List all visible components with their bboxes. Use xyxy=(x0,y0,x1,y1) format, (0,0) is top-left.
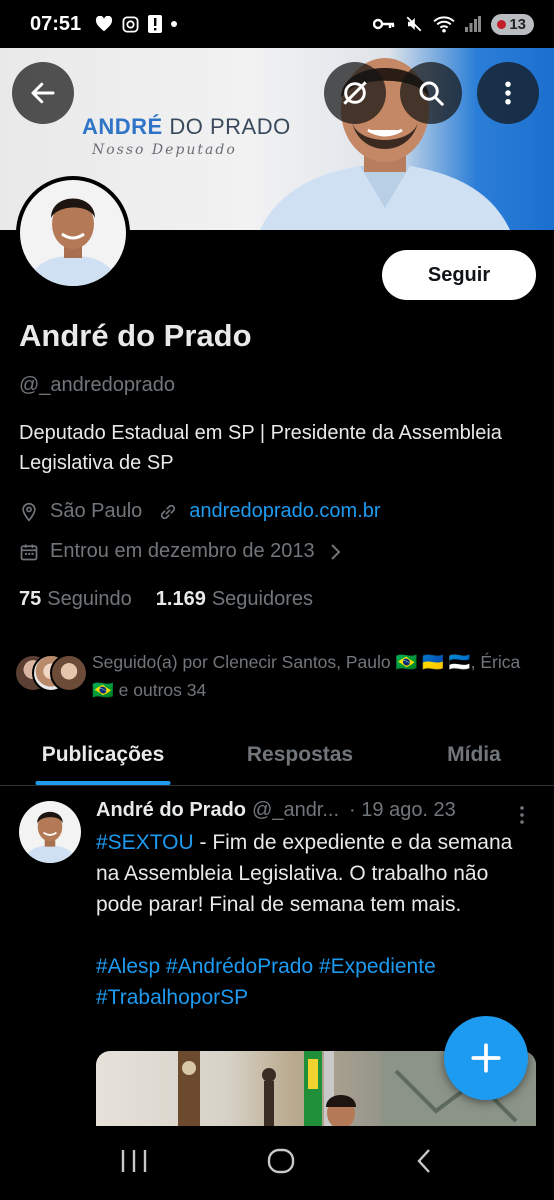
chevron-right-icon xyxy=(327,541,349,563)
tweet-author-name[interactable]: André do Prado xyxy=(96,799,246,822)
link-icon xyxy=(158,501,180,523)
status-time: 07:51 xyxy=(30,12,82,35)
tweet-text: #SEXTOU - Fim de expediente e da semana … xyxy=(96,827,536,1013)
location-pin-icon xyxy=(19,501,41,523)
followed-by-section[interactable]: Seguido(a) por Clenecir Santos, Paulo 🇧🇷… xyxy=(14,648,532,704)
tab-label: Respostas xyxy=(246,742,354,766)
tab-respostas[interactable]: Respostas xyxy=(206,724,394,785)
tweet-date: · 19 ago. 23 xyxy=(349,799,456,821)
tab-publicacoes[interactable]: Publicações xyxy=(0,724,206,785)
profile-joined-date: Entrou em dezembro de 2013 xyxy=(50,540,315,562)
tab-label: Publicações xyxy=(41,742,165,766)
profile-meta-row: São Paulo andredoprado.com.br xyxy=(19,500,381,523)
search-icon xyxy=(419,81,444,106)
recent-apps-icon xyxy=(121,1149,146,1172)
back-icon xyxy=(417,1148,431,1173)
status-system-icons: 13 xyxy=(373,13,534,35)
back-arrow-icon xyxy=(31,82,55,104)
home-icon xyxy=(267,1148,295,1173)
avatar xyxy=(20,180,126,286)
calendar-icon xyxy=(19,541,41,563)
hashtag-link[interactable]: #SEXTOU xyxy=(96,831,194,854)
search-button[interactable] xyxy=(400,62,462,124)
no-notifications-icon xyxy=(343,81,367,105)
more-vertical-icon xyxy=(520,806,524,824)
following-stat[interactable]: 75 Seguindo xyxy=(19,588,132,611)
profile-joined-row[interactable]: Entrou em dezembro de 2013 xyxy=(19,540,358,563)
profile-avatar[interactable] xyxy=(16,176,130,290)
active-tab-indicator xyxy=(35,781,171,785)
profile-handle: @_andredoprado xyxy=(19,374,175,396)
profile-bio: Deputado Estadual em SP | Presidente da … xyxy=(19,422,502,474)
banner-photo xyxy=(260,58,510,230)
avatar xyxy=(50,654,88,692)
banner-subtitle: Nosso Deputado xyxy=(92,142,237,158)
follow-button[interactable]: Seguir xyxy=(382,250,536,300)
plus-icon xyxy=(471,1043,501,1073)
recent-apps-button[interactable] xyxy=(119,1148,149,1179)
profile-website-link[interactable]: andredoprado.com.br xyxy=(189,500,380,523)
followers-stat[interactable]: 1.169 Seguidores xyxy=(156,588,313,611)
profile-location: São Paulo xyxy=(50,500,143,522)
tweet-avatar[interactable] xyxy=(19,801,81,863)
instagram-icon xyxy=(122,16,139,32)
more-vertical-icon xyxy=(505,81,511,105)
battery-indicator: 13 xyxy=(491,13,534,35)
system-back-button[interactable] xyxy=(413,1147,435,1180)
tweet-hashtags[interactable]: #Alesp #AndrédoPrado #Expediente xyxy=(96,951,536,982)
battery-level: 13 xyxy=(509,15,526,33)
mute-notifications-button[interactable] xyxy=(324,62,386,124)
following-label: Seguindo xyxy=(47,588,132,610)
followed-by-avatars xyxy=(14,654,88,698)
followers-count: 1.169 xyxy=(155,588,206,610)
avatar xyxy=(19,801,81,863)
tweet-author-handle: @_andr... xyxy=(252,799,340,821)
tweet-hashtags[interactable]: #TrabalhoporSP xyxy=(96,982,536,1013)
tab-label: Mídia xyxy=(447,742,501,766)
followers-label: Seguidores xyxy=(211,588,314,610)
followed-by-text: Seguido(a) por Clenecir Santos, Paulo 🇧🇷… xyxy=(92,652,521,700)
profile-tabs: Publicações Respostas Mídia xyxy=(0,724,554,786)
key-icon xyxy=(373,18,395,30)
more-options-button[interactable] xyxy=(477,62,539,124)
home-button[interactable] xyxy=(266,1146,296,1181)
tab-midia[interactable]: Mídia xyxy=(394,724,554,785)
signal-icon xyxy=(465,16,482,32)
follow-stats: 75 Seguindo 1.169 Seguidores xyxy=(19,588,313,611)
status-bar: 07:51 13 xyxy=(0,0,554,48)
heart-icon xyxy=(96,16,113,32)
dot-icon xyxy=(171,21,178,27)
alert-icon xyxy=(148,15,163,33)
back-button[interactable] xyxy=(12,62,74,124)
mute-icon xyxy=(406,16,422,32)
wifi-icon xyxy=(433,16,455,33)
status-notification-icons xyxy=(95,15,178,33)
system-nav-bar xyxy=(0,1126,554,1200)
profile-name: André do Prado xyxy=(19,318,252,353)
compose-button[interactable] xyxy=(444,1016,528,1100)
following-count: 75 xyxy=(19,588,42,610)
tweet-header: André do Prado @_andr... · 19 ago. 23 xyxy=(96,799,456,822)
